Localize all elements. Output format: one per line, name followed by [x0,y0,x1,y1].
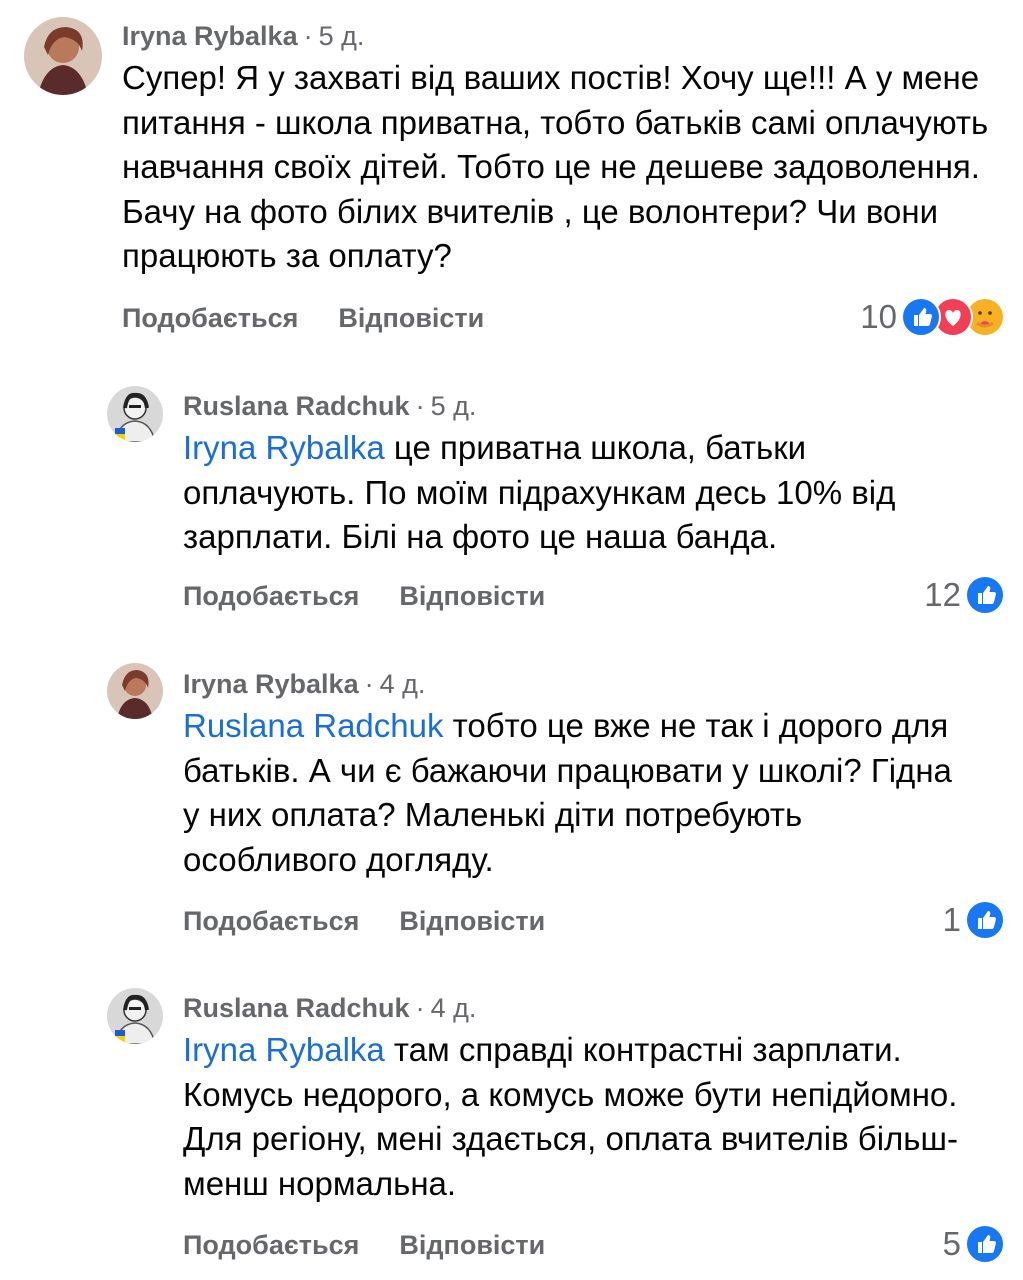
author-name[interactable]: Ruslana Radchuk [183,993,410,1023]
reply-button[interactable]: Відповісти [338,302,484,334]
like-icon [965,900,1005,940]
reply-button[interactable]: Відповісти [399,1229,545,1261]
reaction-count: 5 [942,1225,961,1262]
comment-actions: Подобається Відповісти [183,1229,545,1261]
separator-dot: · [415,391,425,421]
avatar[interactable] [107,663,163,719]
reactions-summary[interactable]: 1 [943,900,1005,940]
author-name[interactable]: Iryna Rybalka [122,21,298,51]
timestamp[interactable]: 5 д. [319,21,365,51]
comment-actions: Подобається Відповісти [122,302,484,334]
like-button[interactable]: Подобається [183,905,359,937]
reaction-count: 1 [942,901,961,938]
comment-header: Iryna Rybalka · 5 д. [122,20,364,52]
separator-dot: · [364,669,374,699]
like-button[interactable]: Подобається [183,580,359,612]
comment-text: Iryna Rybalka це приватна школа, батьки … [183,426,973,560]
timestamp[interactable]: 5 д. [431,391,477,421]
like-icon [965,1224,1005,1264]
author-name[interactable]: Iryna Rybalka [183,669,359,699]
comment-header: Iryna Rybalka · 4 д. [183,668,425,700]
reaction-count: 12 [924,576,961,613]
like-button[interactable]: Подобається [183,1229,359,1261]
timestamp[interactable]: 4 д. [380,669,426,699]
reaction-count: 10 [860,298,897,335]
mention-link[interactable]: Iryna Rybalka [183,1031,385,1068]
reactions-summary[interactable]: 10 [860,297,1005,337]
comment-text: Iryna Rybalka там справді контрастні зар… [183,1028,983,1206]
comment-text: Ruslana Radchuk тобто це вже не так і до… [183,704,973,882]
avatar[interactable] [107,988,163,1044]
reply-button[interactable]: Відповісти [399,905,545,937]
separator-dot: · [303,21,313,51]
reply-button[interactable]: Відповісти [399,580,545,612]
avatar[interactable] [24,17,102,95]
mention-link[interactable]: Ruslana Radchuk [183,707,444,744]
mention-link[interactable]: Iryna Rybalka [183,429,385,466]
reactions-summary[interactable]: 5 [943,1224,1005,1264]
like-icon [901,297,941,337]
like-icon [965,575,1005,615]
comment-actions: Подобається Відповісти [183,905,545,937]
avatar[interactable] [107,386,163,442]
comment-text: Супер! Я у захваті від ваших постів! Хоч… [122,56,992,279]
like-button[interactable]: Подобається [122,302,298,334]
timestamp[interactable]: 4 д. [431,993,477,1023]
comment-header: Ruslana Radchuk · 5 д. [183,390,476,422]
comment-header: Ruslana Radchuk · 4 д. [183,992,476,1024]
reactions-summary[interactable]: 12 [924,575,1005,615]
separator-dot: · [415,993,425,1023]
author-name[interactable]: Ruslana Radchuk [183,391,410,421]
comment-actions: Подобається Відповісти [183,580,545,612]
comment-body: Супер! Я у захваті від ваших постів! Хоч… [122,59,989,274]
